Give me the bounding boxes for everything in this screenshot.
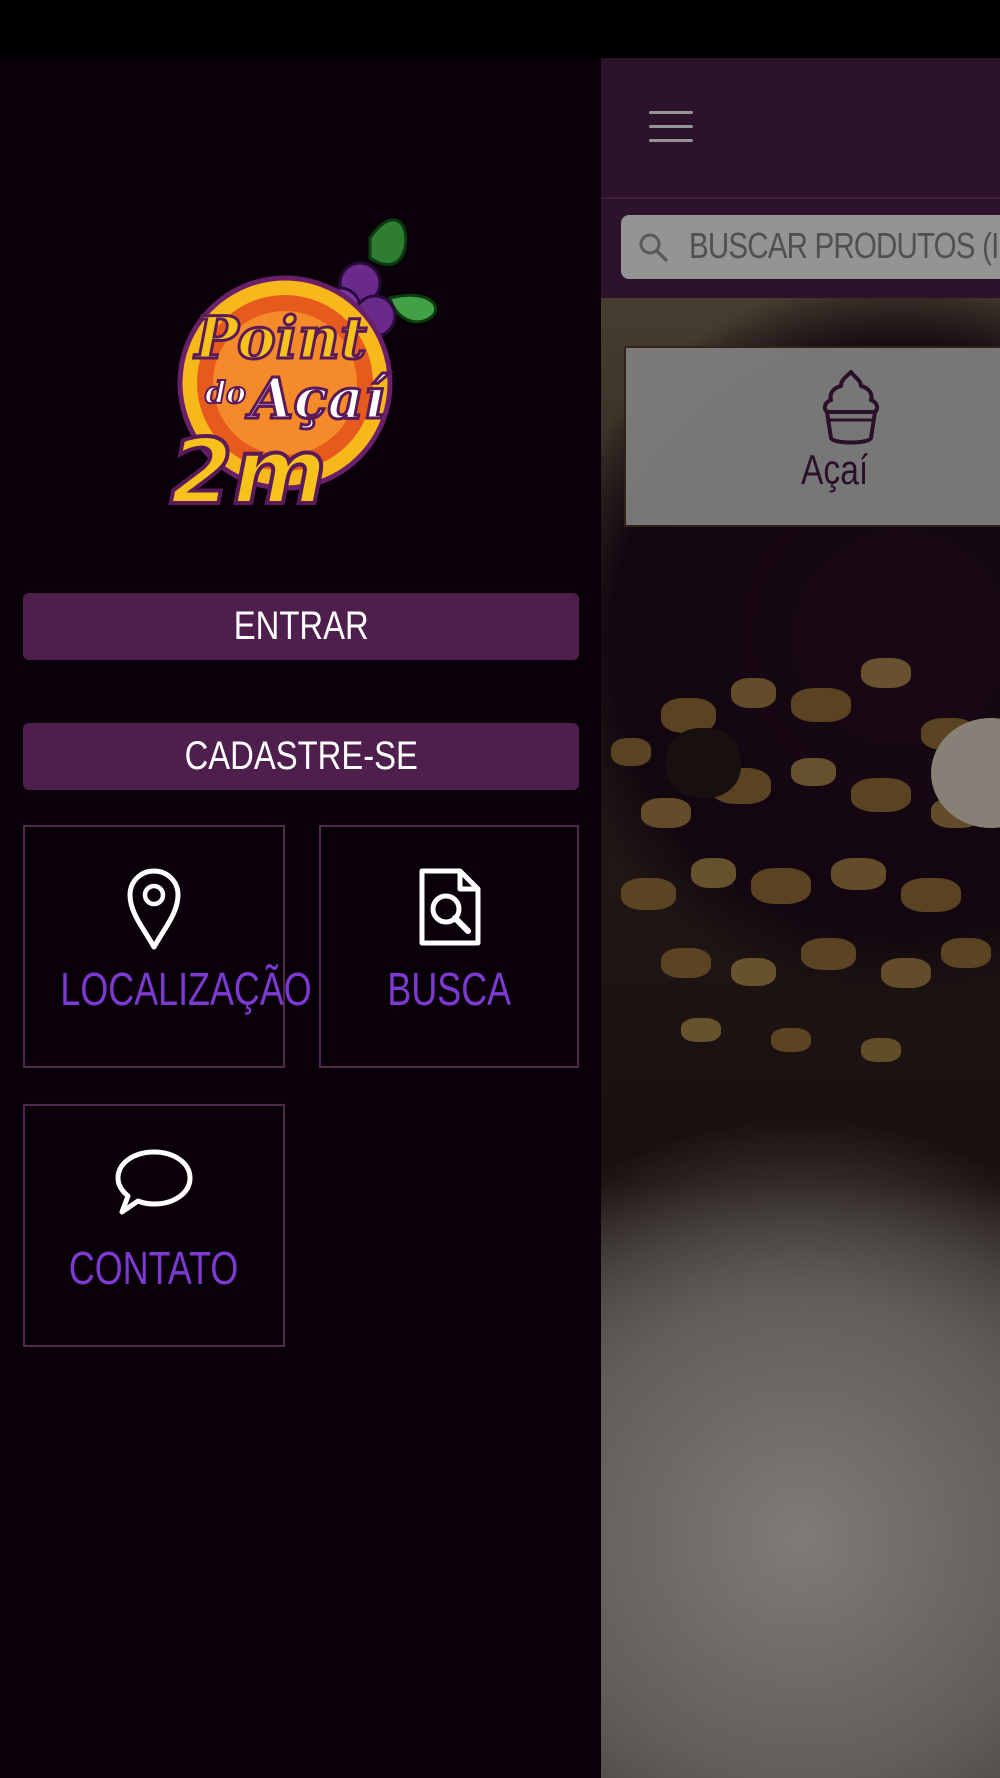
ice-cream-cup-icon	[822, 370, 880, 445]
signup-button-label: CADASTRE-SE	[184, 734, 418, 778]
brand-logo: Point do Açaí 2m	[168, 218, 438, 527]
map-pin-icon	[127, 868, 181, 950]
category-label: Açaí	[801, 446, 869, 493]
tile-location[interactable]: LOCALIZAÇÃO	[23, 825, 312, 1068]
status-bar	[0, 0, 1000, 58]
search-placeholder: BUSCAR PRODUTOS (I	[689, 225, 999, 266]
speech-bubble-icon	[115, 1149, 193, 1215]
signup-button[interactable]: CADASTRE-SE	[23, 723, 579, 790]
tile-contact[interactable]: CONTATO	[23, 1104, 285, 1347]
category-card-acai[interactable]: Açaí	[624, 346, 1000, 527]
login-button-label: ENTRAR	[233, 604, 369, 648]
app-bar	[601, 58, 1000, 197]
brand-line-2: do	[205, 376, 246, 411]
navigation-drawer: Point do Açaí 2m ENTRAR CADASTRE-SE LOCA…	[0, 58, 601, 1778]
tile-search[interactable]: BUSCA	[319, 825, 579, 1068]
brand-line-1: Point	[193, 304, 367, 372]
tile-contact-label: CONTATO	[69, 1242, 239, 1294]
hamburger-menu-icon[interactable]	[649, 111, 693, 143]
main-content: BUSCAR PRODUTOS (I Açaí	[601, 58, 1000, 1778]
document-search-icon	[419, 868, 481, 946]
search-input[interactable]: BUSCAR PRODUTOS (I	[621, 215, 1000, 279]
login-button[interactable]: ENTRAR	[23, 593, 579, 660]
search-icon	[639, 233, 668, 262]
tile-search-label: BUSCA	[387, 963, 511, 1015]
tile-location-label: LOCALIZAÇÃO	[60, 963, 312, 1015]
brand-line-4: 2m	[170, 420, 326, 525]
